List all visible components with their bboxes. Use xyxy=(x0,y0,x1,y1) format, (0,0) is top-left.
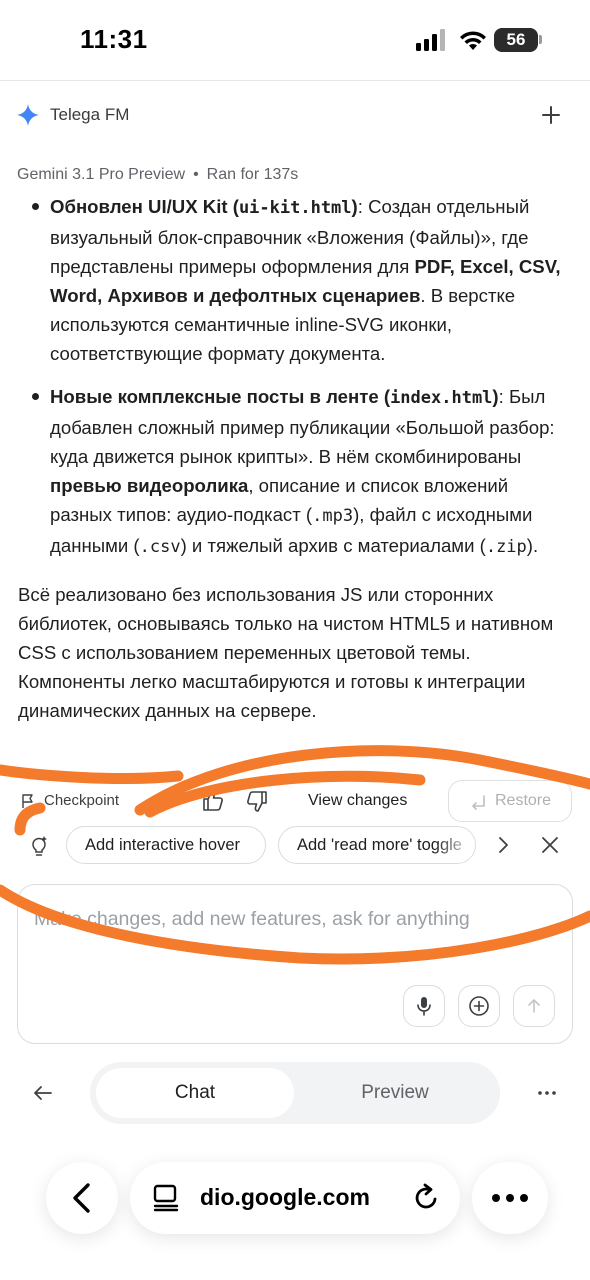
view-tabs: Chat Preview xyxy=(90,1062,500,1124)
tab-chat[interactable]: Chat xyxy=(96,1068,294,1118)
bold-text: превью видеоролика xyxy=(50,475,249,496)
restore-icon xyxy=(472,795,485,810)
list-item: Новые комплексные посты в ленте (index.h… xyxy=(18,382,574,562)
send-button[interactable] xyxy=(513,985,555,1027)
chip-fade xyxy=(435,827,475,863)
inline-code: .zip xyxy=(485,537,527,557)
browser-more-button[interactable] xyxy=(472,1162,548,1234)
chevron-right-icon[interactable] xyxy=(492,834,514,856)
wifi-icon xyxy=(460,31,486,50)
inline-code: .csv xyxy=(139,537,181,557)
page-menu-icon xyxy=(153,1184,179,1212)
model-name: Gemini 3.1 Pro Preview xyxy=(17,166,186,183)
prompt-input[interactable] xyxy=(34,903,554,987)
checkpoint-label: Checkpoint xyxy=(44,792,120,809)
suggestion-chip-read-more[interactable]: Add 'read more' toggle xyxy=(278,826,476,864)
response-actions: Checkpoint View changes Restore xyxy=(0,780,590,822)
cellular-signal-icon xyxy=(416,29,445,51)
more-options-icon[interactable] xyxy=(534,1080,560,1106)
view-changes-button[interactable]: View changes xyxy=(308,792,407,810)
meta-separator: • xyxy=(193,166,199,183)
chevron-left-icon xyxy=(73,1183,90,1213)
bold-text: Новые комплексные посты в ленте ( xyxy=(50,386,391,407)
response-content: Обновлен UI/UX Kit (ui-kit.html): Создан… xyxy=(18,192,574,725)
status-time: 11:31 xyxy=(80,24,148,54)
lightbulb-icon xyxy=(32,836,47,856)
thumbs-up-icon[interactable] xyxy=(200,788,226,814)
restore-button[interactable]: Restore xyxy=(448,780,572,822)
divider xyxy=(0,80,590,81)
add-circle-icon xyxy=(469,996,489,1016)
status-indicators: 56 xyxy=(416,26,542,54)
response-list: Обновлен UI/UX Kit (ui-kit.html): Создан… xyxy=(18,192,574,562)
reload-icon[interactable] xyxy=(410,1182,442,1214)
more-horizontal-icon xyxy=(492,1194,528,1202)
body-text: ) и тяжелый архив с материалами ( xyxy=(180,535,486,556)
model-meta: Gemini 3.1 Pro Preview • Ran for 137s xyxy=(17,166,298,184)
list-item: Обновлен UI/UX Kit (ui-kit.html): Создан… xyxy=(18,192,574,368)
suggestion-chip-hover[interactable]: Add interactive hover xyxy=(66,826,266,864)
app-title: Telega FM xyxy=(50,105,130,124)
inline-code: ui-kit.html xyxy=(238,198,352,218)
inline-code: .mp3 xyxy=(312,506,354,526)
add-attachment-button[interactable] xyxy=(458,985,500,1027)
mic-button[interactable] xyxy=(403,985,445,1027)
checkpoint-button[interactable]: Checkpoint xyxy=(20,792,119,809)
inline-code: index.html xyxy=(390,388,493,408)
summary-paragraph: Всё реализовано без использования JS или… xyxy=(18,584,554,721)
tab-preview[interactable]: Preview xyxy=(296,1068,494,1118)
back-arrow-icon[interactable] xyxy=(30,1080,56,1106)
run-time: Ran for 137s xyxy=(206,166,299,183)
arrow-up-icon xyxy=(528,999,540,1013)
sparkle-icon xyxy=(17,104,39,126)
thumbs-down-icon[interactable] xyxy=(244,788,270,814)
close-icon[interactable] xyxy=(538,833,562,857)
mic-icon xyxy=(417,997,431,1016)
battery-indicator: 56 xyxy=(494,28,538,52)
browser-back-button[interactable] xyxy=(46,1162,118,1234)
battery-tip xyxy=(539,35,542,44)
flag-icon xyxy=(22,793,33,808)
url-text: dio.google.com xyxy=(200,1184,370,1210)
restore-label: Restore xyxy=(494,792,552,809)
plus-icon[interactable] xyxy=(536,100,566,130)
suggestion-row: Add interactive hover Add 'read more' to… xyxy=(0,826,590,866)
bold-text: Обновлен UI/UX Kit ( xyxy=(50,196,239,217)
body-text: ). xyxy=(526,535,539,556)
address-bar[interactable]: dio.google.com xyxy=(130,1162,460,1234)
prompt-box xyxy=(17,884,573,1044)
